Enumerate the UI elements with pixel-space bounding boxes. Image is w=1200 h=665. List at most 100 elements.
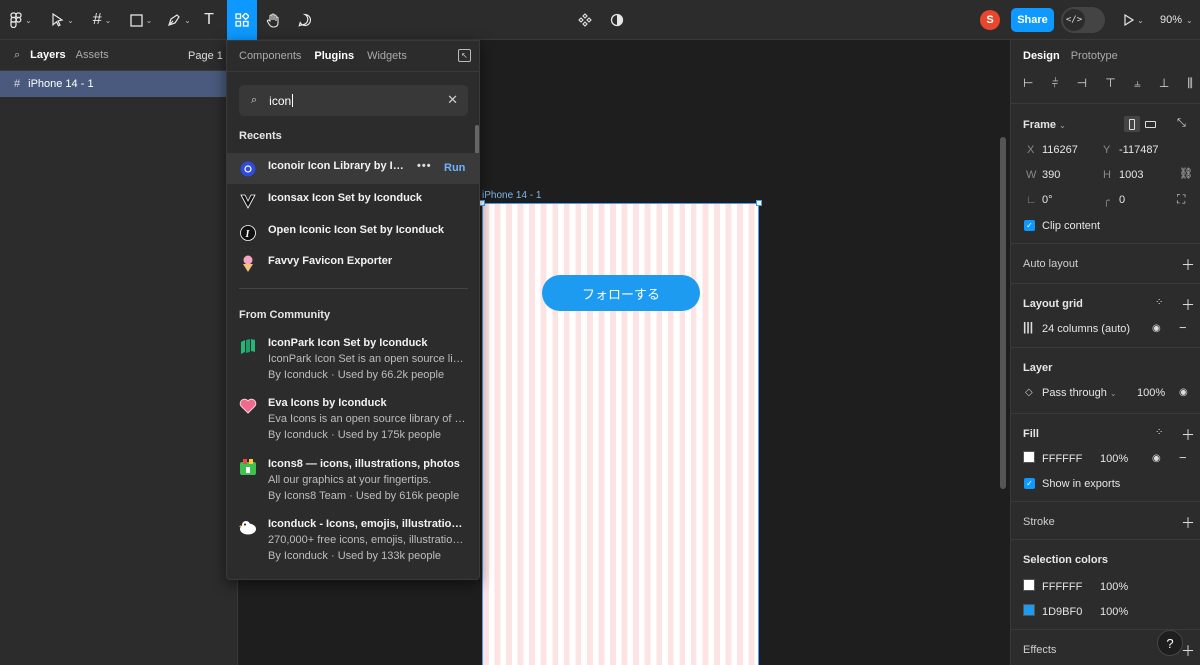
landscape-icon[interactable] [1145,121,1156,128]
fill-opacity-input[interactable]: 100% [1100,453,1128,465]
align-center-h-icon[interactable]: ⫩ [1052,76,1059,91]
tab-components[interactable]: Components [239,50,301,62]
tab-design[interactable]: Design [1023,50,1060,62]
y-input[interactable]: -117487 [1119,144,1159,156]
add-effect-icon[interactable]: ＋ [1181,641,1195,661]
list-item[interactable]: Iconduck - Icons, emojis, illustrations … [227,518,479,562]
list-item[interactable]: Iconoir Icon Library by Icond... ••• Run [227,153,479,184]
zoom-menu[interactable]: 90% ⌄ [1160,0,1193,40]
effects-title: Effects [1023,644,1057,656]
layout-grid-section: Layout grid ⁘ ＋ ||| 24 columns (auto) ◉ … [1011,283,1200,347]
independent-corners-icon[interactable]: ⛶ [1177,192,1185,207]
comment-icon[interactable] [294,0,316,40]
add-fill-icon[interactable]: ＋ [1181,425,1195,445]
resources-icon[interactable] [227,0,257,40]
align-top-icon[interactable]: ⊤ [1105,76,1115,91]
color-opacity[interactable]: 100% [1100,581,1128,593]
close-icon[interactable]: ✕ [447,92,458,108]
portrait-icon[interactable] [1124,116,1140,132]
tab-assets[interactable]: Assets [76,49,109,61]
move-tool-icon[interactable]: ⌄ [48,0,78,40]
rotation-icon: ∟ [1026,194,1037,206]
page-selector[interactable]: Page 1 [188,50,223,62]
selection-colors-title: Selection colors [1023,554,1108,566]
remove-fill-icon[interactable]: − [1179,450,1187,465]
color-swatch[interactable] [1023,579,1035,591]
list-item[interactable]: Icons8 — icons, illustrations, photos Al… [227,458,479,502]
eye-icon[interactable]: ◉ [1179,387,1188,398]
more-icon[interactable]: ••• [417,160,432,172]
list-item[interactable]: I Open Iconic Icon Set by Iconduck [227,224,479,244]
layer-item[interactable]: # iPhone 14 - 1 [0,71,237,97]
fill-swatch[interactable] [1023,451,1035,463]
figma-menu-icon[interactable]: ⌄ [6,0,36,40]
hand-tool-icon[interactable] [262,0,284,40]
frame-label[interactable]: iPhone 14 - 1 [482,190,542,201]
pen-tool-icon[interactable]: ⌄ [164,0,194,40]
follow-button[interactable]: フォローする [542,275,700,311]
text-tool-icon[interactable]: T [199,0,219,40]
theme-icon[interactable] [607,0,627,40]
add-stroke-icon[interactable]: ＋ [1181,513,1195,533]
color-hex[interactable]: FFFFFF [1042,581,1082,593]
resize-handle[interactable] [756,200,762,206]
plugin-search-input[interactable]: ⌕ icon ✕ [239,85,468,116]
layer-opacity-input[interactable]: 100% [1137,387,1165,399]
align-right-icon[interactable]: ⊣ [1077,76,1087,91]
plugin-name: Iconoir Icon Library by Icond... [268,160,408,172]
distribute-icon[interactable]: ⫼ [1187,76,1193,91]
list-item[interactable]: IconPark Icon Set by Iconduck IconPark I… [227,337,479,381]
width-input[interactable]: 390 [1042,169,1060,181]
show-in-exports-checkbox[interactable]: ✓ [1024,478,1035,489]
constrain-proportions-icon[interactable]: ⛓ [1179,167,1193,180]
dev-mode-toggle[interactable]: </> [1061,7,1105,33]
help-button[interactable]: ? [1157,630,1183,656]
iphone-frame[interactable]: フォローする [482,203,759,665]
tab-layers[interactable]: Layers [30,49,65,61]
align-left-icon[interactable]: ⊢ [1023,76,1033,91]
x-input[interactable]: 116267 [1042,144,1078,156]
share-button[interactable]: Share [1011,8,1054,32]
color-swatch[interactable] [1023,604,1035,616]
color-opacity[interactable]: 100% [1100,606,1128,618]
plugin-meta: By Iconduck · Used by 66.2k people [268,369,445,381]
list-item[interactable]: Favvy Favicon Exporter [227,255,479,275]
expand-icon[interactable]: ↖ [458,49,471,62]
canvas-scrollbar[interactable] [1000,137,1006,489]
remove-grid-icon[interactable]: − [1179,320,1187,335]
present-icon[interactable]: ⌄ [1120,0,1148,40]
eye-icon[interactable]: ◉ [1152,453,1161,464]
rotation-input[interactable]: 0° [1042,194,1053,206]
height-input[interactable]: 1003 [1119,169,1143,181]
tab-widgets[interactable]: Widgets [367,50,407,62]
plugin-name: Iconsax Icon Set by Iconduck [268,192,423,204]
grid-value[interactable]: 24 columns (auto) [1042,323,1130,335]
list-item[interactable]: Iconsax Icon Set by Iconduck [227,192,479,212]
run-button[interactable]: Run [444,162,465,174]
fill-styles-icon[interactable]: ⁘ [1155,427,1163,438]
columns-grid-icon[interactable]: ||| [1023,320,1033,334]
avatar[interactable]: S [980,10,1000,30]
frame-title[interactable]: Frame ⌄ [1023,119,1066,131]
align-middle-icon[interactable]: ⫨ [1134,76,1141,91]
add-auto-layout-icon[interactable]: ＋ [1181,255,1195,275]
right-panel: Design Prototype ⊢ ⫩ ⊣ ⊤ ⫨ ⊥ ⫼ Frame ⌄ ⤡… [1010,40,1200,665]
tab-prototype[interactable]: Prototype [1071,50,1118,62]
eye-icon[interactable]: ◉ [1152,323,1161,334]
resize-to-fit-icon[interactable]: ⤡ [1177,117,1186,130]
blend-mode-select[interactable]: Pass through ⌄ [1042,387,1117,399]
add-grid-icon[interactable]: ＋ [1181,295,1195,315]
frame-tool-icon[interactable]: # ⌄ [87,0,117,40]
shape-tool-icon[interactable]: ⌄ [126,0,156,40]
component-icon[interactable] [575,0,595,40]
grid-styles-icon[interactable]: ⁘ [1155,297,1163,308]
popup-scrollbar[interactable] [475,125,479,155]
radius-input[interactable]: 0 [1119,194,1125,206]
clip-content-checkbox[interactable]: ✓ [1024,220,1035,231]
search-icon[interactable]: ⌕ [14,49,20,62]
list-item[interactable]: Eva Icons by Iconduck Eva Icons is an op… [227,397,479,441]
color-hex[interactable]: 1D9BF0 [1042,606,1082,618]
fill-hex-input[interactable]: FFFFFF [1042,453,1082,465]
tab-plugins[interactable]: Plugins [314,50,354,62]
align-bottom-icon[interactable]: ⊥ [1159,76,1169,91]
